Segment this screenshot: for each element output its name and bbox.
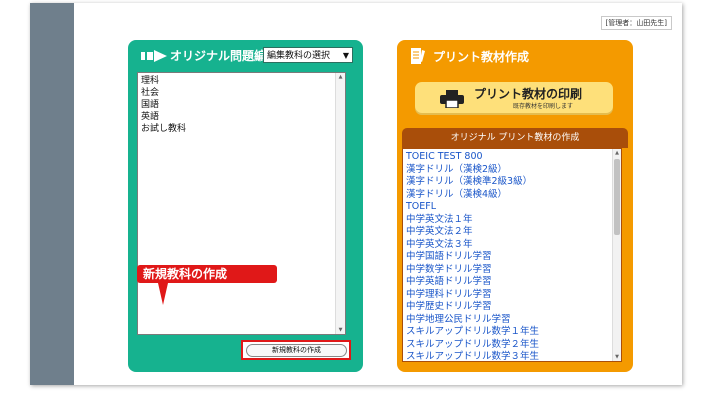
list-item[interactable]: 中学英語ドリル学習 (406, 276, 618, 289)
new-subject-highlight: 新規教科の作成 (241, 340, 351, 360)
scroll-down-icon[interactable]: ▼ (336, 327, 345, 333)
list-item[interactable]: 英語 (141, 111, 342, 123)
list-item[interactable]: 中学地理公民ドリル学習 (406, 314, 618, 327)
print-material-panel: プリント教材作成 プリント教材の印刷 既存教材を印刷します オリジナル プリント… (397, 40, 633, 372)
list-item[interactable]: 中学国語ドリル学習 (406, 251, 618, 264)
new-subject-button[interactable]: 新規教科の作成 (246, 344, 347, 357)
list-item[interactable]: 漢字ドリル（漢検準2級3級） (406, 176, 618, 189)
list-item[interactable]: TOEFL (406, 201, 618, 214)
subject-select[interactable]: 編集教科の選択 ▼ (263, 47, 353, 63)
notebook-pencil-icon (411, 48, 425, 64)
list-item[interactable]: お試し教科 (141, 123, 342, 135)
editor-panel-title: オリジナル問題編集 (170, 49, 279, 63)
list-item[interactable]: 中学英文法３年 (406, 239, 618, 252)
left-sidebar (30, 3, 74, 385)
arrow-right-icon (141, 50, 167, 62)
material-list-scrollbar[interactable]: ▲ ▼ (612, 149, 621, 361)
list-item[interactable]: 中学数学ドリル学習 (406, 264, 618, 277)
list-item[interactable]: 中学理科ドリル学習 (406, 289, 618, 302)
list-item[interactable]: 中学英文法２年 (406, 226, 618, 239)
print-button-label: プリント教材の印刷 (474, 87, 583, 101)
printer-icon (440, 90, 464, 108)
material-list[interactable]: TOEIC TEST 800 漢字ドリル（漢検2級） 漢字ドリル（漢検準2級3級… (402, 148, 622, 362)
scrollbar-thumb[interactable] (614, 159, 620, 235)
scroll-down-icon[interactable]: ▼ (613, 354, 621, 360)
list-item[interactable]: 漢字ドリル（漢検4級） (406, 189, 618, 202)
admin-label: [管理者：山田先生] (600, 16, 672, 30)
original-material-section-title: オリジナル プリント教材の作成 (402, 128, 628, 148)
list-item[interactable]: 中学英文法１年 (406, 214, 618, 227)
subject-select-value: 編集教科の選択 (267, 51, 331, 61)
subject-list-scrollbar[interactable]: ▲ ▼ (335, 73, 345, 334)
callout-pointer (158, 283, 168, 305)
list-item[interactable]: TOEIC TEST 800 (406, 151, 618, 164)
print-material-button[interactable]: プリント教材の印刷 既存教材を印刷します (415, 82, 613, 115)
editor-panel-header: オリジナル問題編集 編集教科の選択 ▼ (128, 40, 363, 70)
list-item[interactable]: 社会 (141, 87, 342, 99)
list-item[interactable]: 中学歴史ドリル学習 (406, 301, 618, 314)
list-item[interactable]: 漢字ドリル（漢検2級） (406, 164, 618, 177)
app-frame: [管理者：山田先生] オリジナル問題編集 編集教科の選択 ▼ 理科 社会 国語 … (30, 3, 682, 385)
print-button-sublabel: 既存教材を印刷します (513, 103, 574, 110)
original-question-editor-panel: オリジナル問題編集 編集教科の選択 ▼ 理科 社会 国語 英語 お試し教科 ▲ … (128, 40, 363, 372)
list-item[interactable]: 理科 (141, 75, 342, 87)
chevron-down-icon: ▼ (342, 51, 349, 60)
list-item[interactable]: スキルアップドリル数学１年生 (406, 326, 618, 339)
list-item[interactable]: 国語 (141, 99, 342, 111)
scroll-up-icon[interactable]: ▲ (613, 150, 621, 156)
list-item[interactable]: スキルアップドリル数学２年生 (406, 339, 618, 352)
list-item[interactable]: スキルアップドリル数学３年生 (406, 351, 618, 361)
print-panel-title: プリント教材作成 (433, 50, 530, 64)
callout-label: 新規教科の作成 (137, 265, 277, 283)
subject-list[interactable]: 理科 社会 国語 英語 お試し教科 ▲ ▼ (137, 72, 346, 335)
scroll-up-icon[interactable]: ▲ (336, 74, 345, 80)
